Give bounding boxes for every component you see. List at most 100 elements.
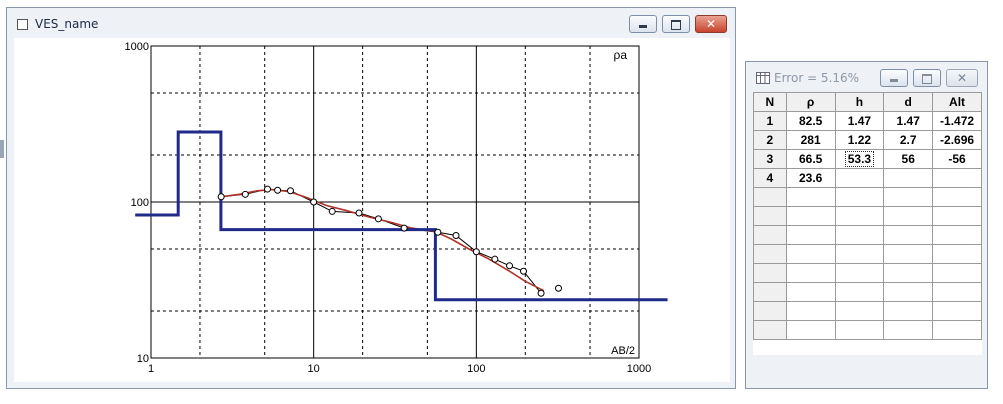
table-cell[interactable]: -56: [932, 149, 982, 169]
table-cell[interactable]: 23.6: [785, 168, 836, 188]
table-cell[interactable]: [932, 282, 982, 302]
observed-point: [241, 190, 249, 198]
table-cell[interactable]: [785, 244, 836, 264]
table-cell[interactable]: [834, 263, 885, 283]
table-cell[interactable]: [785, 301, 836, 321]
observed-point: [506, 262, 514, 270]
table-cell[interactable]: [834, 187, 885, 207]
table-cell[interactable]: [785, 282, 836, 302]
table-cell[interactable]: 82.5: [785, 111, 836, 131]
row-number-cell[interactable]: [753, 320, 787, 340]
observed-point: [310, 198, 318, 206]
table-cell[interactable]: [834, 206, 885, 226]
table-cell[interactable]: 2.7: [883, 130, 934, 150]
row-number-cell[interactable]: 1: [753, 111, 787, 131]
table-cell[interactable]: 1.22: [834, 130, 885, 150]
observed-point: [328, 207, 336, 215]
column-header[interactable]: h: [834, 92, 885, 112]
maximize-button[interactable]: [662, 15, 690, 33]
table-row: [753, 263, 982, 283]
table-cell[interactable]: [834, 320, 885, 340]
table-row: [753, 206, 982, 226]
row-number-cell[interactable]: 2: [753, 130, 787, 150]
table-window-titlebar[interactable]: Error = 5.16% ✕: [746, 62, 987, 92]
resistivity-chart[interactable]: 1 10 100 1000101001000ρaAB/2: [14, 38, 730, 382]
table-cell[interactable]: 1.47: [834, 111, 885, 131]
table-cell[interactable]: -1.472: [932, 111, 982, 131]
x-axis-label: AB/2: [611, 345, 635, 357]
column-header[interactable]: d: [883, 92, 934, 112]
row-number-cell[interactable]: [753, 225, 787, 245]
chart-area[interactable]: 1 10 100 1000 10 100 1000 ρa AB/2: [14, 38, 730, 382]
row-number-cell[interactable]: [753, 263, 787, 283]
table-cell[interactable]: [932, 225, 982, 245]
table-row: 1 82.5 1.47 1.47 -1.472: [753, 111, 982, 131]
table-minimize-button[interactable]: [880, 69, 908, 87]
observed-point: [555, 284, 563, 292]
row-number-cell[interactable]: [753, 282, 787, 302]
table-row: 4 23.6: [753, 168, 982, 188]
table-cell[interactable]: [883, 320, 934, 340]
maximize-icon: [922, 74, 932, 84]
selected-cell-value: 53.3: [844, 151, 875, 167]
fitted-curve: [221, 188, 545, 292]
row-number-cell[interactable]: 3: [753, 149, 787, 169]
row-number-cell[interactable]: [753, 187, 787, 207]
row-number-cell[interactable]: [753, 301, 787, 321]
column-header[interactable]: ρ: [785, 92, 836, 112]
table-cell[interactable]: [932, 263, 982, 283]
layer-model-line: [135, 130, 668, 302]
table-cell[interactable]: [834, 244, 885, 264]
minimize-icon: [639, 25, 647, 28]
table-cell[interactable]: 281: [785, 130, 836, 150]
observed-point: [217, 193, 225, 201]
table-cell[interactable]: [932, 301, 982, 321]
table-cell[interactable]: [785, 206, 836, 226]
table-maximize-button[interactable]: [913, 69, 941, 87]
close-button[interactable]: ✕: [695, 15, 727, 33]
chart-window-titlebar[interactable]: VES_name ✕: [7, 8, 735, 38]
table-cell[interactable]: -2.696: [932, 130, 982, 150]
table-cell[interactable]: [932, 244, 982, 264]
table-cell[interactable]: [883, 225, 934, 245]
row-number-cell[interactable]: [753, 244, 787, 264]
table-cell[interactable]: [883, 168, 934, 188]
y-tick-label: 1000: [125, 41, 149, 53]
table-cell[interactable]: [883, 206, 934, 226]
table-cell[interactable]: [883, 187, 934, 207]
table-cell[interactable]: [834, 301, 885, 321]
table-cell[interactable]: [785, 187, 836, 207]
table-cell[interactable]: [834, 225, 885, 245]
table-cell[interactable]: 53.3: [834, 149, 885, 169]
table-cell[interactable]: [883, 301, 934, 321]
layer-table-window: Error = 5.16% ✕ N ρ h d Alt 1 82.5 1.47 …: [745, 61, 988, 389]
table-cell[interactable]: [883, 244, 934, 264]
table-cell[interactable]: [932, 320, 982, 340]
column-header[interactable]: Alt: [932, 92, 982, 112]
table-cell[interactable]: 1.47: [883, 111, 934, 131]
table-cell[interactable]: [834, 168, 885, 188]
table-cell[interactable]: [932, 168, 982, 188]
table-row: [753, 225, 982, 245]
table-cell[interactable]: [883, 282, 934, 302]
row-number-cell[interactable]: [753, 206, 787, 226]
table-cell[interactable]: [834, 282, 885, 302]
column-header[interactable]: N: [753, 92, 787, 112]
table-close-button[interactable]: ✕: [946, 69, 978, 87]
table-row: [753, 320, 982, 340]
table-cell[interactable]: [785, 263, 836, 283]
table-cell[interactable]: [932, 206, 982, 226]
table-cell[interactable]: [785, 320, 836, 340]
table-cell[interactable]: 56: [883, 149, 934, 169]
table-cell[interactable]: 66.5: [785, 149, 836, 169]
minimize-button[interactable]: [629, 15, 657, 33]
row-number-cell[interactable]: 4: [753, 168, 787, 188]
table-window-title: Error = 5.16%: [774, 71, 860, 85]
table-cell[interactable]: [883, 263, 934, 283]
observed-point: [491, 255, 499, 263]
table-cell[interactable]: [932, 187, 982, 207]
x-tick-label: 10: [308, 363, 320, 375]
x-tick-label: 1000: [627, 363, 651, 375]
table-cell[interactable]: [785, 225, 836, 245]
ves-chart-window: VES_name ✕ 1 10 100 1000 10 100 1000 ρa AB/2: [6, 7, 736, 389]
